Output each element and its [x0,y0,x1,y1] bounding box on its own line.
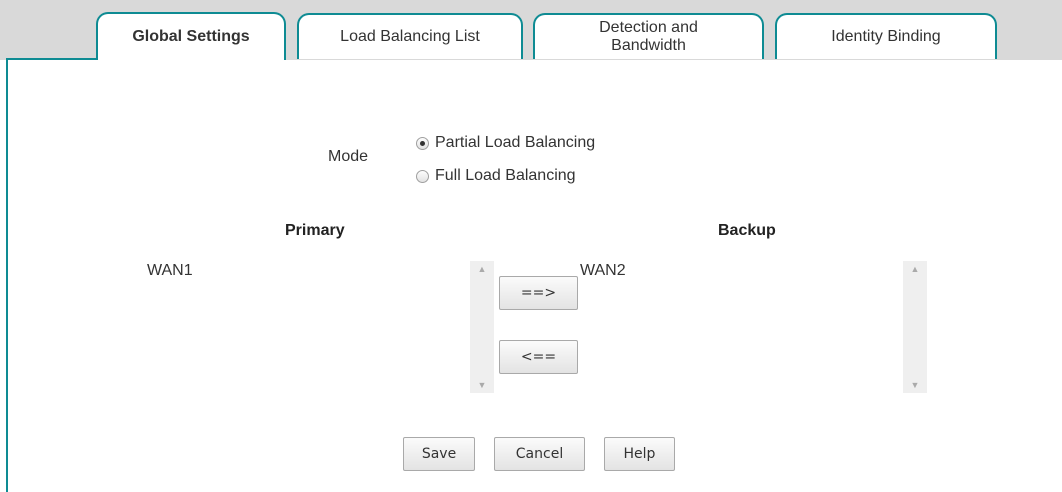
move-to-backup-button[interactable]: ==> [499,276,578,310]
tab-load-balancing-list[interactable]: Load Balancing List [297,13,523,59]
primary-header: Primary [285,222,345,239]
content-border [6,58,8,492]
tab-detection-label: Detection and Bandwidth [599,19,698,54]
tab-underline [6,58,96,60]
tab-detection-and-bandwidth[interactable]: Detection and Bandwidth [533,13,764,59]
save-button[interactable]: Save [403,437,475,471]
primary-list-scrollbar[interactable]: ▲ ▼ [470,261,494,393]
tab-identity-binding[interactable]: Identity Binding [775,13,997,59]
backup-list-scrollbar[interactable]: ▲ ▼ [903,261,927,393]
backup-list-item[interactable]: WAN2 [580,262,626,280]
partial-load-balancing-option[interactable]: Partial Load Balancing [416,134,595,152]
mode-label: Mode [328,148,369,165]
full-load-balancing-label: Full Load Balancing [435,167,576,184]
move-to-primary-button[interactable]: <== [499,340,578,374]
backup-header: Backup [718,222,776,239]
full-load-balancing-radio[interactable] [416,169,429,183]
partial-load-balancing-radio[interactable] [416,136,429,150]
scroll-down-icon[interactable]: ▼ [903,377,927,393]
full-load-balancing-option[interactable]: Full Load Balancing [416,167,576,185]
scroll-down-icon[interactable]: ▼ [470,377,494,393]
scroll-up-icon[interactable]: ▲ [903,261,927,277]
help-button[interactable]: Help [604,437,675,471]
cancel-button[interactable]: Cancel [494,437,585,471]
partial-load-balancing-label: Partial Load Balancing [435,134,596,151]
scroll-up-icon[interactable]: ▲ [470,261,494,277]
tab-global-settings[interactable]: Global Settings [96,12,286,60]
primary-list-item[interactable]: WAN1 [147,262,193,280]
